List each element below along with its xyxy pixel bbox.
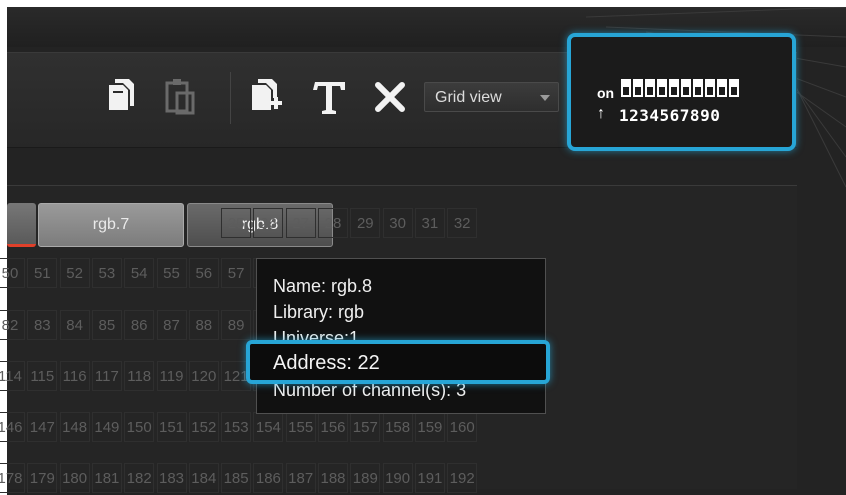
dip-switch-2[interactable] [633,79,643,97]
channel-cell[interactable]: 190 [382,463,413,493]
channel-cell[interactable]: 148 [59,412,90,442]
channel-cell[interactable]: 25 [221,208,252,238]
channel-cell[interactable]: 159 [414,412,445,442]
channel-cell[interactable]: 147 [27,412,58,442]
channel-cell[interactable]: 31 [414,208,445,238]
channel-cell[interactable]: 86 [124,310,155,340]
channel-cell[interactable]: 185 [221,463,252,493]
channel-cell[interactable]: 26 [253,208,284,238]
dip-switch-4[interactable] [657,79,667,97]
dip-switch-panel: on ↑ 1234567890 [567,33,796,151]
tooltip-library: Library: rgb [273,302,365,322]
view-select[interactable]: Grid view [424,82,559,112]
channel-cell[interactable]: 117 [91,361,122,391]
tooltip-address: Address: 22 [273,352,380,374]
channel-cell[interactable]: 114 [0,361,25,391]
channel-cell[interactable]: 89 [221,310,252,340]
channel-cell[interactable]: 189 [350,463,381,493]
channel-cell[interactable]: 154 [253,412,284,442]
fixture-block[interactable] [7,203,36,247]
channel-cell[interactable]: 27 [285,208,316,238]
dip-switch-numbers: 1234567890 [619,106,721,125]
channel-cell[interactable]: 180 [59,463,90,493]
channel-cell[interactable]: 191 [414,463,445,493]
chevron-down-icon [540,95,550,101]
channel-cell[interactable]: 183 [156,463,187,493]
fixture-tooltip: Name: rgb.8 Library: rgb Universe:1 Numb… [256,258,546,414]
dip-switch-9[interactable] [717,79,727,97]
channel-cell[interactable]: 28 [318,208,348,238]
channel-cell[interactable]: 82 [0,310,25,340]
dip-on-label: on [597,85,615,101]
channel-cell[interactable]: 30 [382,208,413,238]
paste-icon[interactable] [163,77,199,117]
copy-icon[interactable] [105,77,141,117]
dip-switch-1[interactable] [621,79,631,97]
dip-switch-3[interactable] [645,79,655,97]
channel-cell[interactable]: 51 [27,258,58,288]
channel-cell[interactable]: 188 [318,463,348,493]
channel-cell[interactable]: 120 [188,361,219,391]
fixture-block[interactable]: rgb.7 [38,203,184,247]
channel-cell[interactable]: 118 [124,361,155,391]
channel-cell[interactable]: 88 [188,310,219,340]
tooltip-address-highlight: Address: 22 [246,340,550,384]
add-fixture-icon[interactable] [248,77,284,117]
channel-cell[interactable]: 153 [221,412,252,442]
channel-cell[interactable]: 85 [91,310,122,340]
channel-cell[interactable]: 156 [318,412,348,442]
channel-cell[interactable]: 52 [59,258,90,288]
dip-switch-6[interactable] [681,79,691,97]
channel-cell[interactable]: 150 [124,412,155,442]
text-icon[interactable] [312,77,348,117]
channel-cell[interactable]: 53 [91,258,122,288]
channel-cell[interactable]: 192 [447,463,478,493]
channel-cell[interactable]: 119 [156,361,187,391]
channel-cell[interactable]: 116 [59,361,90,391]
channel-cell[interactable]: 87 [156,310,187,340]
channel-cell[interactable]: 84 [59,310,90,340]
channel-cell[interactable]: 178 [0,463,25,493]
channel-cell[interactable]: 83 [27,310,58,340]
channel-cell[interactable]: 186 [253,463,284,493]
channel-cell[interactable]: 32 [447,208,478,238]
fixture-label: rgb.7 [92,216,130,233]
delete-icon[interactable] [372,77,408,117]
channel-cell[interactable]: 152 [188,412,219,442]
channel-cell[interactable]: 179 [27,463,58,493]
toolbar-separator [230,72,231,124]
channel-cell[interactable]: 155 [285,412,316,442]
channel-cell[interactable]: 181 [91,463,122,493]
dip-switch-10[interactable] [729,79,739,97]
dip-switch-8[interactable] [705,79,715,97]
arrow-up-icon: ↑ [597,105,605,122]
channel-cell[interactable]: 115 [27,361,58,391]
tooltip-name: Name: rgb.8 [273,276,373,296]
channel-cell[interactable]: 151 [156,412,187,442]
channel-cell[interactable]: 54 [124,258,155,288]
channel-cell[interactable]: 184 [188,463,219,493]
dip-switch-5[interactable] [669,79,679,97]
channel-cell[interactable]: 160 [447,412,478,442]
channel-cell[interactable]: 157 [350,412,381,442]
channel-cell[interactable]: 55 [156,258,187,288]
view-select-label: Grid view [435,89,502,106]
channel-cell[interactable]: 50 [0,258,25,288]
dip-switch-7[interactable] [693,79,703,97]
channel-cell[interactable]: 146 [0,412,25,442]
channel-cell[interactable]: 158 [382,412,413,442]
dip-switches [621,79,739,97]
channel-cell[interactable]: 29 [350,208,381,238]
channel-cell[interactable]: 187 [285,463,316,493]
channel-cell[interactable]: 56 [188,258,219,288]
channel-cell[interactable]: 182 [124,463,155,493]
channel-cell[interactable]: 57 [221,258,252,288]
channel-cell[interactable]: 149 [91,412,122,442]
